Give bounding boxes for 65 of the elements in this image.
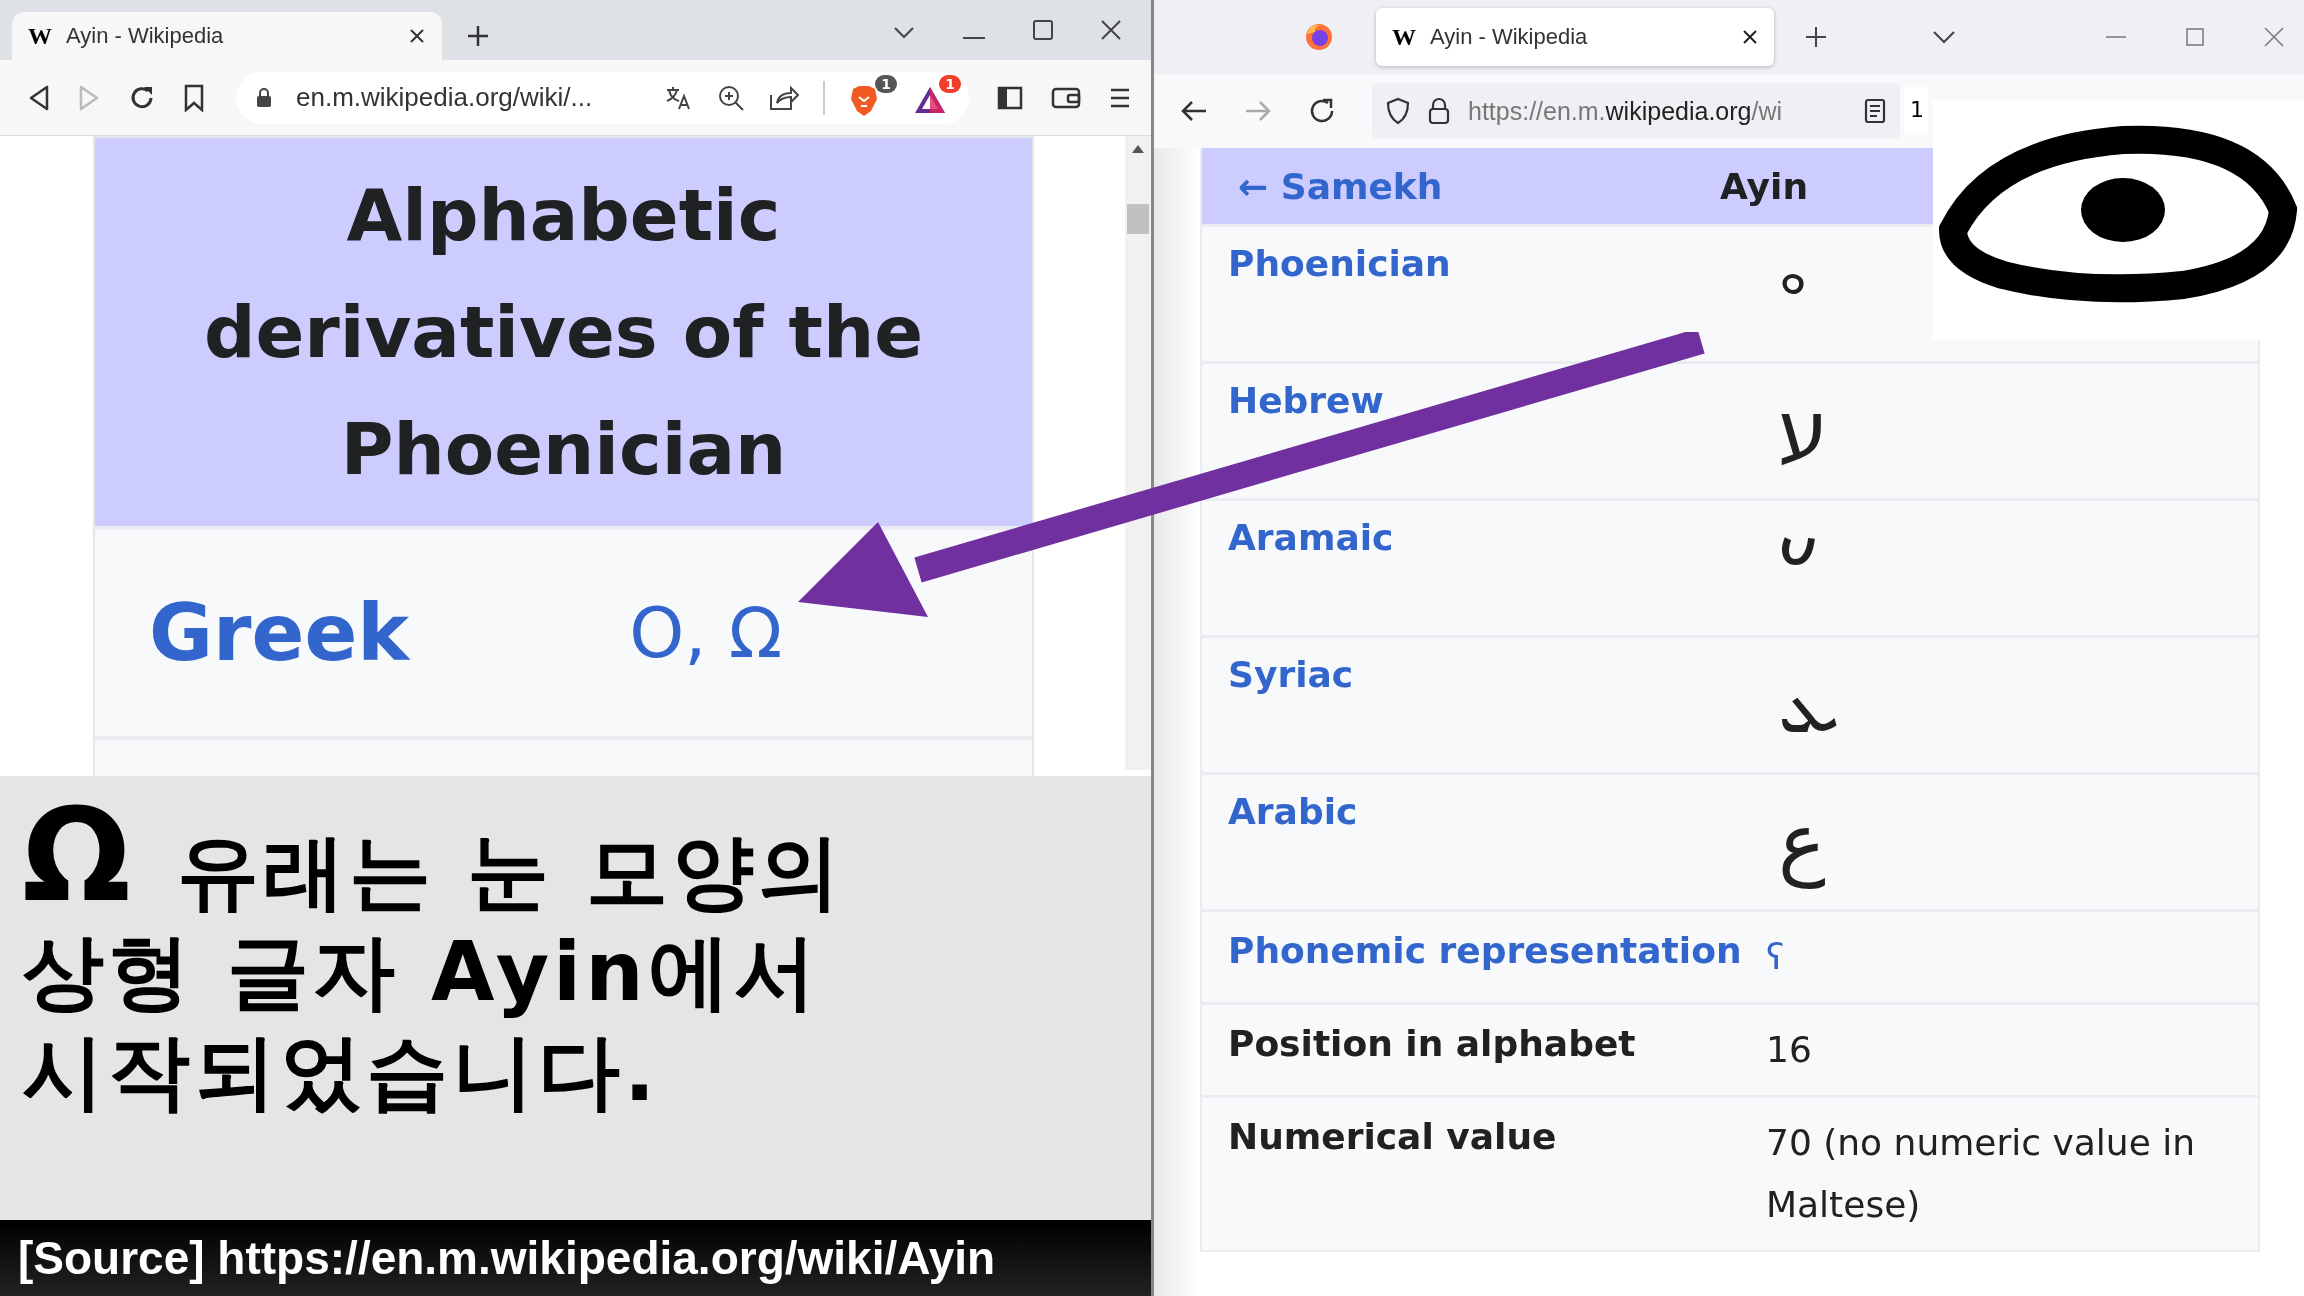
chevron-down-icon[interactable] [893,26,915,40]
plus-icon[interactable] [1804,25,1828,49]
source-text: [Source] https://en.m.wikipedia.org/wiki/Ayin [18,1231,996,1285]
address-bar[interactable]: https://en.m.wikipedia.org/wi [1372,83,1900,139]
minimize-icon[interactable] [963,36,985,40]
close-icon[interactable] [1101,20,1121,40]
count-badge: 1 [875,74,897,93]
chevron-down-icon[interactable] [1932,30,1956,44]
label-link[interactable]: Hebrew [1228,376,1758,426]
scrollbar[interactable] [1125,136,1151,770]
omega-symbol: Ω [22,796,131,916]
script-link[interactable]: Greek [149,588,410,678]
fox-globe-icon[interactable] [1304,22,1334,52]
shield-icon[interactable] [1386,97,1410,125]
favicon: W [28,22,52,50]
scroll-up-icon[interactable] [1131,144,1145,154]
lock-icon [256,87,272,108]
maximize-icon[interactable] [1033,20,1053,40]
menu-icon[interactable] [1109,86,1131,109]
plus-icon[interactable] [466,24,490,48]
label-link[interactable]: Arabic [1228,787,1758,837]
letter-link[interactable]: Ο, Ω [629,592,783,674]
reader-view-icon[interactable] [1864,98,1886,124]
browser-tab[interactable]: W Ayin - Wikipedia [12,12,442,60]
close-icon[interactable] [1742,29,1758,45]
bookmark-icon[interactable] [184,83,204,112]
count-badge: 1 [939,74,961,93]
letter-glyph: ع [1777,794,1827,891]
table-title: Ayin [1720,165,1808,207]
sidebar-icon[interactable] [997,85,1023,110]
letter-glyph: ע [1777,383,1830,479]
scrollbar-thumb[interactable] [1127,204,1149,234]
table-heading: Alphabetic derivatives of the Phoenician [95,138,1032,526]
reload-icon[interactable] [1308,97,1336,125]
back-icon[interactable] [28,84,50,111]
letter-glyph: ܥ [1777,657,1841,753]
label-link[interactable]: Aramaic [1228,513,1758,563]
favicon: W [1392,23,1416,51]
translate-icon[interactable] [665,84,693,111]
caption-text: 상형 글자 Ayin에서 [22,923,821,1021]
lion-shield-icon[interactable] [849,84,879,117]
caption-text: 시작되었습니다. [22,1023,661,1121]
lock-icon[interactable] [1428,97,1450,125]
tab-title: Ayin - Wikipedia [66,23,225,49]
label-link[interactable]: Phonemic representation [1228,926,1758,976]
wallet-icon[interactable] [1051,85,1081,110]
label-link[interactable]: Syriac [1228,650,1758,700]
share-icon[interactable] [769,84,799,111]
row-value: 16 [1765,1028,1813,1072]
row-value: 70 (no numeric value in Maltese) [1765,1121,2197,1227]
value-link[interactable]: ʕ [1758,926,2232,988]
letter-glyph: 𐡏 [1777,520,1820,616]
letter-glyph: 𐤏 [1777,246,1809,342]
row-label: Position in alphabet [1228,1022,1637,1066]
tab-title: Ayin - Wikipedia [1430,24,1589,50]
row-label: Numerical value [1228,1115,1558,1159]
toolbar-field[interactable]: 1 [1904,87,1928,135]
close-icon[interactable] [408,27,426,45]
browser-tab[interactable]: W Ayin - Wikipedia [1376,8,1774,66]
zoom-in-icon[interactable] [717,83,745,112]
address-bar[interactable]: en.m.wikipedia.org/wiki/... 1 1 [236,71,969,124]
previous-letter-link[interactable]: ← Samekh [1238,165,1720,207]
label-link[interactable]: Phoenician [1228,239,1758,289]
caption-text: 유래는 눈 모양의 [176,823,844,921]
back-icon[interactable] [1180,99,1208,123]
